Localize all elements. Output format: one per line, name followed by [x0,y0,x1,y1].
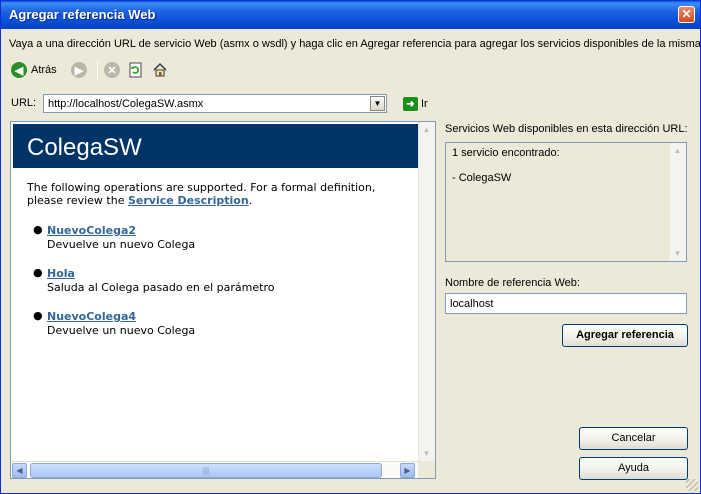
bullet-icon: ● [33,266,43,279]
service-preview-browser[interactable]: ColegaSW The following operations are su… [10,121,436,479]
services-scrollbar[interactable]: ▲ ▼ [670,143,686,261]
operation-description: Saluda al Colega pasado en el parámetro [47,281,275,294]
intro-suffix: . [248,194,253,207]
go-arrow-icon: ➜ [403,97,418,111]
scroll-up-icon[interactable]: ▲ [419,122,434,137]
add-web-reference-dialog: Agregar referencia Web ✕ Vaya a una dire… [0,0,701,494]
operation-item: ● NuevoColega4 Devuelve un nuevo Colega [33,309,196,338]
forward-button[interactable]: ▶ [71,59,87,81]
browser-vertical-scrollbar[interactable]: ▲ ▼ [418,122,435,461]
services-label: Servicios Web disponibles en esta direcc… [445,123,688,135]
help-button[interactable]: Ayuda [579,457,688,480]
reference-name-label: Nombre de referencia Web: [445,277,580,289]
title-bar[interactable]: Agregar referencia Web ✕ [1,1,700,29]
scroll-right-icon[interactable]: ▶ [400,463,415,478]
scrollbar-corner [418,461,435,478]
url-label: URL: [11,97,37,109]
scroll-up-icon[interactable]: ▲ [670,143,685,158]
horizontal-scroll-thumb[interactable]: ||| [30,463,382,478]
services-count-text: 1 servicio encontrado: [452,147,560,159]
go-button[interactable]: ➜ Ir [403,95,428,113]
refresh-button[interactable] [128,59,144,81]
chevron-down-icon[interactable]: ▼ [370,96,385,111]
scroll-down-icon[interactable]: ▼ [670,246,685,261]
forward-arrow-icon: ▶ [71,62,87,78]
bullet-icon: ● [33,223,43,236]
page-heading: ColegaSW [13,124,418,168]
close-icon: ✕ [681,7,692,21]
url-input[interactable] [46,96,364,111]
operation-link-nuevocolega4[interactable]: NuevoColega4 [47,310,136,323]
refresh-icon [129,62,142,78]
stop-icon: ✕ [104,62,120,78]
home-icon [153,62,167,77]
page-intro-text: The following operations are supported. … [27,181,407,207]
instruction-text: Vaya a una dirección URL de servicio Web… [9,38,701,50]
scroll-down-icon[interactable]: ▼ [419,446,434,461]
stop-button[interactable]: ✕ [104,59,120,81]
resize-grip-icon[interactable] [686,479,698,491]
services-list[interactable]: 1 servicio encontrado: - ColegaSW ▲ ▼ [445,142,687,262]
cancel-button[interactable]: Cancelar [579,427,688,450]
operation-link-hola[interactable]: Hola [47,267,75,280]
back-button[interactable]: ◀ Atrás [11,59,57,81]
back-arrow-icon: ◀ [11,62,27,78]
url-combobox[interactable]: ▼ [43,94,387,113]
add-reference-button[interactable]: Agregar referencia [562,324,688,347]
operation-item: ● Hola Saluda al Colega pasado en el par… [33,266,275,295]
operation-link-nuevocolega2[interactable]: NuevoColega2 [47,224,136,237]
back-button-label: Atrás [31,64,57,76]
operation-description: Devuelve un nuevo Colega [47,324,196,337]
service-description-link[interactable]: Service Description [128,194,249,207]
scroll-left-icon[interactable]: ◀ [12,463,27,478]
bullet-icon: ● [33,309,43,322]
operation-item: ● NuevoColega2 Devuelve un nuevo Colega [33,223,196,252]
service-item: - ColegaSW [452,172,512,184]
toolbar-separator [97,61,98,79]
window-title: Agregar referencia Web [9,7,156,22]
browser-horizontal-scrollbar[interactable]: ◀ ||| ▶ [11,461,418,478]
reference-name-input[interactable] [445,293,687,314]
operation-description: Devuelve un nuevo Colega [47,238,196,251]
close-button[interactable]: ✕ [678,6,695,23]
home-button[interactable] [152,59,168,81]
go-button-label: Ir [421,98,428,110]
